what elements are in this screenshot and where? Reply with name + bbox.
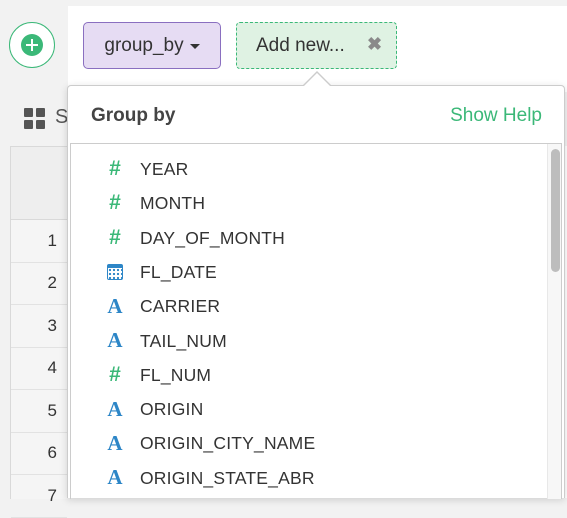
column-item[interactable]: A ORIGIN_CITY_NAME [71,426,541,460]
column-item[interactable]: # MONTH [71,186,541,220]
scrollbar[interactable] [547,144,561,499]
hash-icon: # [109,191,121,215]
plus-circle-icon [21,34,43,56]
row-number-column: 1 2 3 4 5 6 7 [10,146,67,518]
column-name: FL_NUM [140,364,212,385]
popup-title: Group by [91,105,176,126]
column-item[interactable]: A TAIL_NUM [71,324,541,358]
column-item[interactable]: # FL_NUM [71,358,541,392]
column-name: ORIGIN [140,399,204,420]
column-item[interactable]: A ORIGIN [71,392,541,426]
column-item[interactable]: A ORIGIN_STATE_ABR [71,461,541,495]
command-dropdown-button[interactable]: group_by [83,22,221,69]
text-a-icon: A [107,396,123,421]
column-item[interactable]: # YEAR [71,152,541,186]
calendar-icon [105,261,125,283]
text-a-icon: A [107,465,123,490]
close-x-icon[interactable]: ✖ [367,34,382,55]
column-name: YEAR [140,159,189,179]
row-number-header [11,147,67,220]
add-new-label: Add new... [256,35,345,56]
hash-icon: # [109,157,121,180]
row-number: 1 [11,220,67,263]
hash-icon: # [109,225,121,249]
row-number: 4 [11,348,67,390]
row-number: 6 [11,433,67,475]
caret-down-icon [189,44,200,49]
group-by-popup: Group by Show Help # YEAR # MONTH # DAY_OF_MO… [67,85,565,499]
popup-arrow-fill [304,73,330,86]
row-number: 2 [11,263,67,305]
row-number: 5 [11,390,67,433]
column-name: ORIGIN_STATE_ABR [140,467,315,488]
column-item[interactable]: A CARRIER [71,289,541,323]
add-step-button[interactable] [9,22,55,68]
show-help-link[interactable]: Show Help [450,105,542,127]
text-a-icon: A [107,293,123,318]
text-a-icon: A [107,430,123,455]
command-label: group_by [104,34,184,56]
column-name: FL_DATE [140,261,217,282]
hash-icon: # [109,362,121,386]
column-item[interactable]: # DAY_OF_MONTH [71,221,541,255]
scrollbar-thumb[interactable] [551,149,560,272]
add-new-token[interactable]: Add new... ✖ [236,22,397,69]
column-name: TAIL_NUM [140,330,227,351]
row-number: 7 [11,475,67,518]
column-list: # YEAR # MONTH # DAY_OF_MONTH FL_DATE A CARRIER A… [70,143,562,499]
row-number: 3 [11,305,67,348]
column-name: DAY_OF_MONTH [140,227,286,248]
column-item[interactable]: FL_DATE [71,255,541,289]
text-a-icon: A [107,328,123,352]
column-name: MONTH [140,193,206,214]
column-name: ORIGIN_CITY_NAME [140,433,316,454]
column-name: CARRIER [140,296,221,317]
grid-view-icon[interactable] [24,108,46,130]
